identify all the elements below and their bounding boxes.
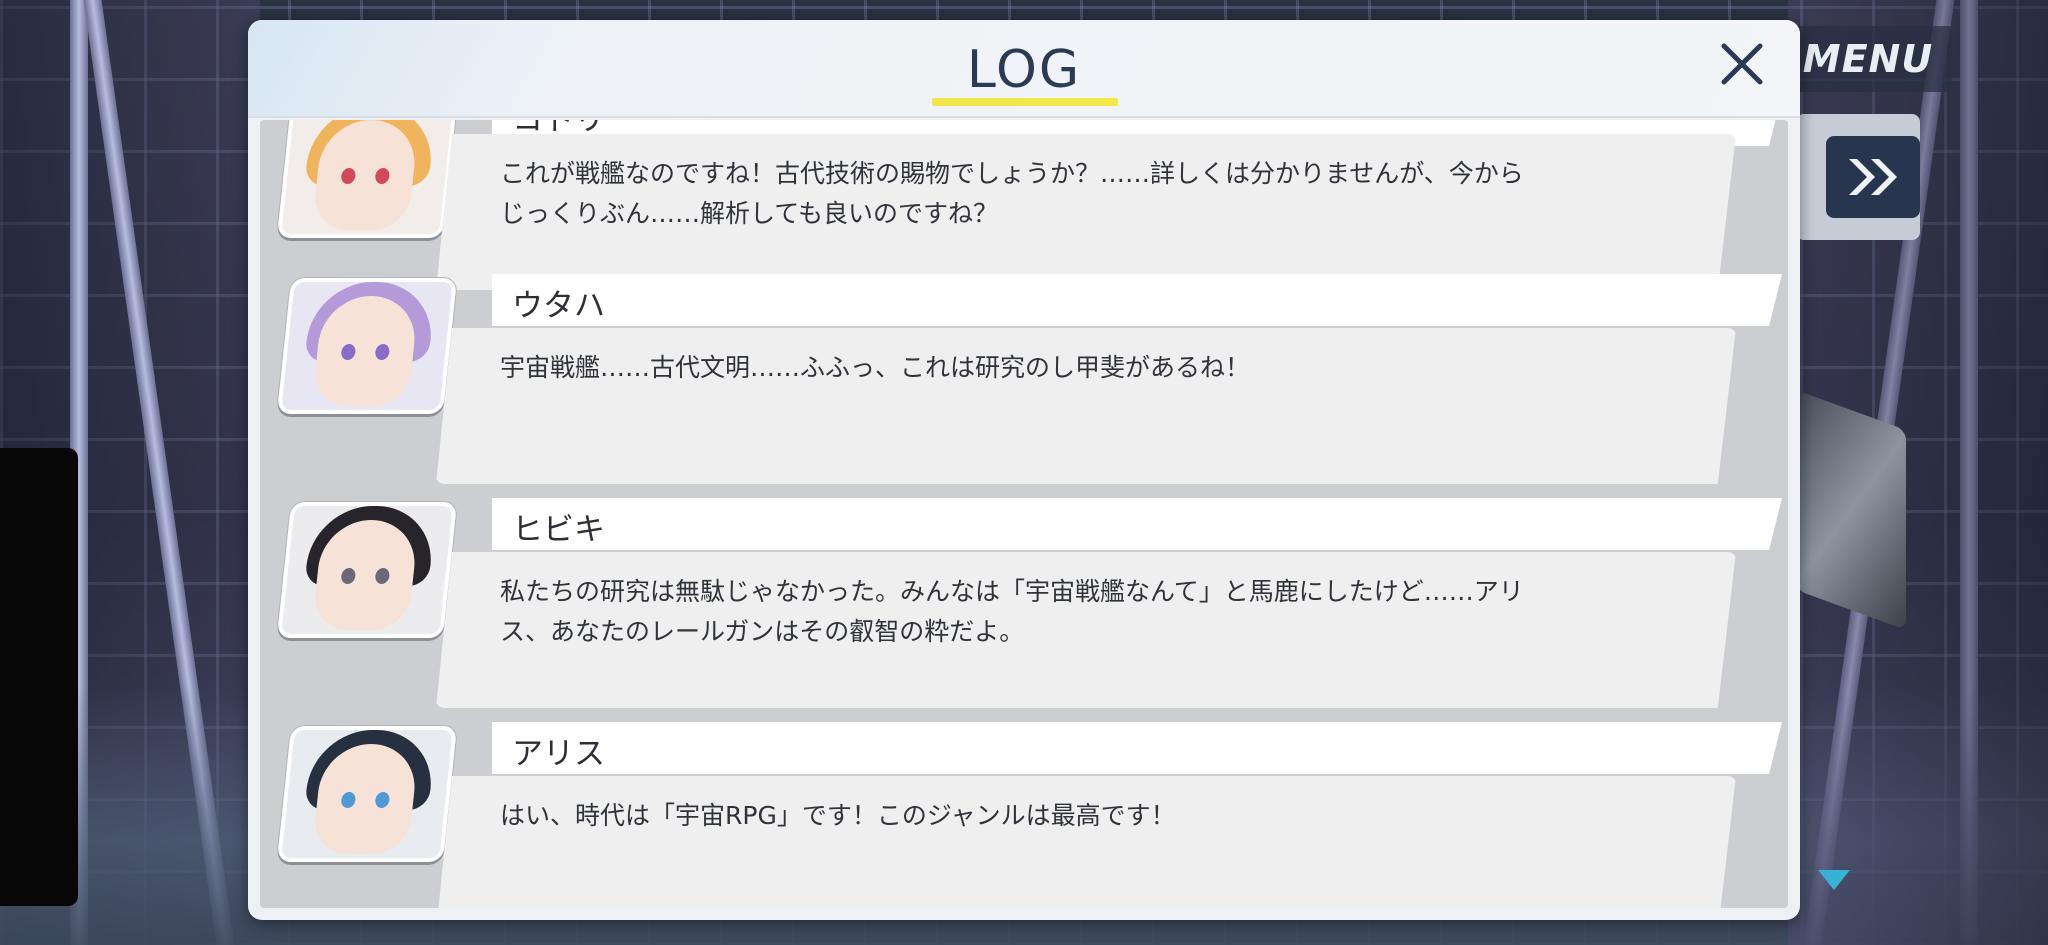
dialogue-text: はい、時代は「宇宙RPG」です！このジャンルは最高です！ [500,801,1176,830]
log-entry: ウタハ 宇宙戦艦……古代文明……ふふっ、これは研究のし甲斐があるね！ [260,274,1788,488]
log-entry: アリス はい、時代は「宇宙RPG」です！このジャンルは最高です！ [260,722,1788,908]
fast-forward-button[interactable] [1826,136,1920,218]
kotori-portrait [276,120,458,238]
name-tab [492,722,1782,774]
log-header: LOG [248,20,1800,118]
log-list[interactable]: コトリ これが戦艦なのですね！古代技術の賜物でしょうか？……詳しくは分かりません… [260,120,1788,908]
background-pillar [1960,0,1978,945]
close-icon [1721,43,1763,85]
background-robot [1796,389,1906,631]
speaker-name: ウタハ [512,288,605,324]
dialogue-text: 私たちの研究は無駄じゃなかった。みんなは「宇宙戦艦なんて」と馬鹿にしたけど……ア… [500,577,1524,646]
menu-label: MENU [1802,37,1934,81]
side-panel [0,448,78,906]
name-tab [492,274,1782,326]
menu-button[interactable]: MENU [1784,26,1952,92]
dialogue-text: 宇宙戦艦……古代文明……ふふっ、これは研究のし甲斐があるね！ [500,353,1251,382]
hibiki-portrait [276,502,458,638]
speaker-name: ヒビキ [512,512,605,548]
name-tab [492,498,1782,550]
utaha-portrait [276,278,458,414]
log-title: LOG [966,40,1082,100]
close-button[interactable] [1712,34,1772,94]
aris-portrait [276,726,458,862]
speaker-name: アリス [512,736,605,772]
triangle-down-icon [1818,870,1850,890]
log-entry: コトリ これが戦艦なのですね！古代技術の賜物でしょうか？……詳しくは分かりません… [260,120,1788,290]
log-entry: ヒビキ 私たちの研究は無駄じゃなかった。みんなは「宇宙戦艦なんて」と馬鹿にしたけ… [260,498,1788,712]
title-underline [932,98,1118,106]
dialogue-text: これが戦艦なのですね！古代技術の賜物でしょうか？……詳しくは分かりませんが、今か… [500,159,1524,228]
double-chevron-right-icon [1849,159,1897,195]
log-window: LOG コトリ これが戦艦なのですね！古代技術の賜物でしょうか？……詳しくは分か… [248,20,1800,920]
